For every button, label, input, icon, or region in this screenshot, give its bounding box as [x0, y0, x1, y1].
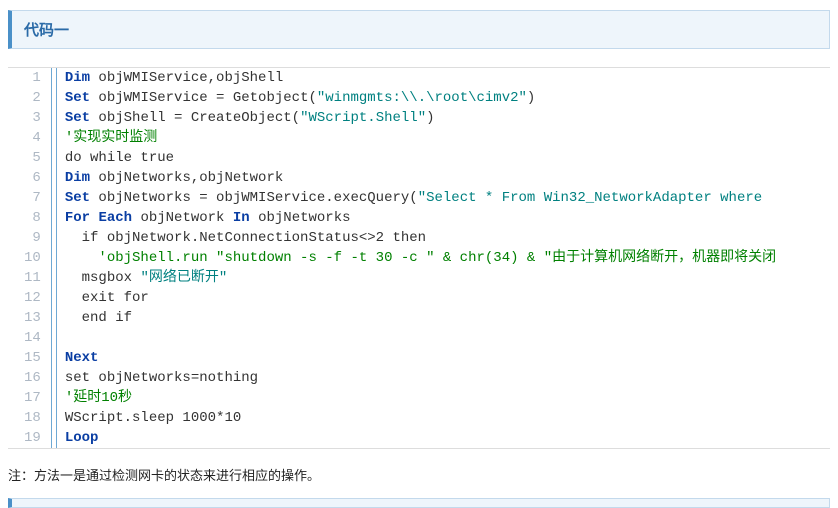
code-line: 6Dim objNetworks,objNetwork: [8, 168, 788, 188]
code-content: Set objWMIService = Getobject("winmgmts:…: [56, 88, 788, 108]
code-line: 3Set objShell = CreateObject("WScript.Sh…: [8, 108, 788, 128]
line-number: 7: [8, 188, 51, 208]
line-number: 5: [8, 148, 51, 168]
code-line: 1Dim objWMIService,objShell: [8, 68, 788, 88]
code-line: 18WScript.sleep 1000*10: [8, 408, 788, 428]
code-line: 4'实现实时监测: [8, 128, 788, 148]
code-content: [56, 328, 788, 348]
code-content: Set objShell = CreateObject("WScript.She…: [56, 108, 788, 128]
code-content: if objNetwork.NetConnectionStatus<>2 the…: [56, 228, 788, 248]
code-content: Next: [56, 348, 788, 368]
line-number: 12: [8, 288, 51, 308]
code-line: 19Loop: [8, 428, 788, 448]
line-number: 10: [8, 248, 51, 268]
code-content: '延时10秒: [56, 388, 788, 408]
line-number: 4: [8, 128, 51, 148]
code-scroll-area[interactable]: 1Dim objWMIService,objShell2Set objWMISe…: [8, 68, 830, 448]
code-content: msgbox "网络已断开": [56, 268, 788, 288]
code-content: Set objNetworks = objWMIService.execQuer…: [56, 188, 788, 208]
code-content: do while true: [56, 148, 788, 168]
line-number: 8: [8, 208, 51, 228]
line-number: 11: [8, 268, 51, 288]
section-title: 代码一: [24, 22, 69, 39]
line-number: 14: [8, 328, 51, 348]
line-number: 17: [8, 388, 51, 408]
code-line: 12 exit for: [8, 288, 788, 308]
line-number: 2: [8, 88, 51, 108]
code-content: end if: [56, 308, 788, 328]
line-number: 16: [8, 368, 51, 388]
code-line: 8For Each objNetwork In objNetworks: [8, 208, 788, 228]
code-line: 11 msgbox "网络已断开": [8, 268, 788, 288]
code-content: Dim objWMIService,objShell: [56, 68, 788, 88]
line-number: 9: [8, 228, 51, 248]
code-content: '实现实时监测: [56, 128, 788, 148]
code-line: 7Set objNetworks = objWMIService.execQue…: [8, 188, 788, 208]
line-number: 1: [8, 68, 51, 88]
code-content: Dim objNetworks,objNetwork: [56, 168, 788, 188]
code-line: 15Next: [8, 348, 788, 368]
code-line: 16set objNetworks=nothing: [8, 368, 788, 388]
code-line: 2Set objWMIService = Getobject("winmgmts…: [8, 88, 788, 108]
code-line: 17'延时10秒: [8, 388, 788, 408]
code-content: 'objShell.run "shutdown -s -f -t 30 -c "…: [56, 248, 788, 268]
code-line: 5do while true: [8, 148, 788, 168]
code-line: 13 end if: [8, 308, 788, 328]
code-content: exit for: [56, 288, 788, 308]
code-line: 14: [8, 328, 788, 348]
line-number: 15: [8, 348, 51, 368]
code-content: WScript.sleep 1000*10: [56, 408, 788, 428]
line-number: 18: [8, 408, 51, 428]
line-number: 3: [8, 108, 51, 128]
section-header: 代码一: [8, 10, 830, 49]
line-number: 13: [8, 308, 51, 328]
code-content: For Each objNetwork In objNetworks: [56, 208, 788, 228]
line-number: 6: [8, 168, 51, 188]
code-content: set objNetworks=nothing: [56, 368, 788, 388]
line-number: 19: [8, 428, 51, 448]
next-section-header: [8, 498, 830, 508]
code-content: Loop: [56, 428, 788, 448]
code-line: 10 'objShell.run "shutdown -s -f -t 30 -…: [8, 248, 788, 268]
code-line: 9 if objNetwork.NetConnectionStatus<>2 t…: [8, 228, 788, 248]
code-block: 1Dim objWMIService,objShell2Set objWMISe…: [8, 67, 830, 449]
note-text: 注：方法一是通过检测网卡的状态来进行相应的操作。: [8, 465, 830, 484]
